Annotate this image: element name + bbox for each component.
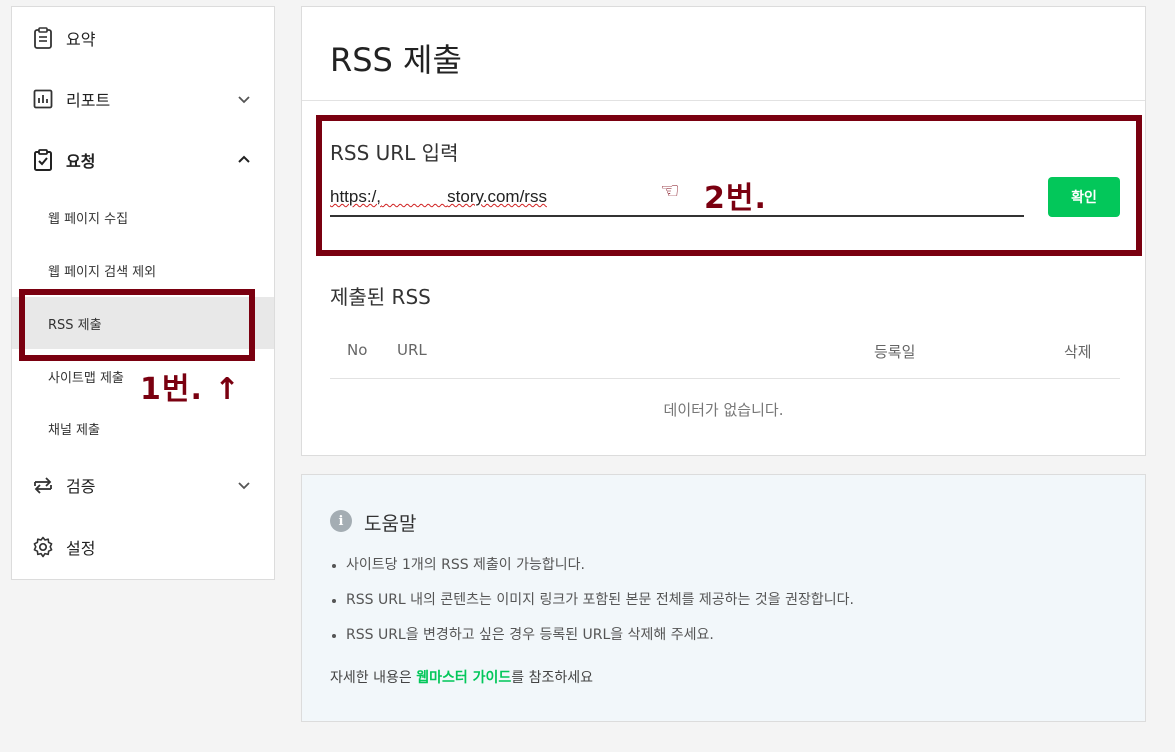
submitted-rss-title: 제출된 RSS [330, 285, 431, 309]
webmaster-guide-link[interactable]: 웹마스터 가이드 [416, 670, 511, 686]
pointing-hand-icon: ☜ [660, 179, 680, 204]
empty-table-message: 데이터가 없습니다. [663, 401, 784, 419]
sidebar-subitem-channel-submit[interactable]: 채널 제출 [12, 402, 274, 454]
table-divider [330, 378, 1120, 379]
clipboard-check-icon [32, 149, 54, 171]
sidebar-subitem-label: 채널 제출 [48, 422, 100, 438]
sidebar-subitem-label: RSS 제출 [48, 317, 102, 333]
sidebar-subitem-label: 웹 페이지 검색 제외 [48, 264, 157, 280]
column-header-delete: 삭제 [1064, 343, 1092, 361]
page-title: RSS 제출 [330, 41, 462, 79]
sidebar-subitem-label: 사이트맵 제출 [48, 370, 124, 386]
swap-arrows-icon [32, 474, 54, 496]
annotation-label-1: 1번. ↑ [140, 372, 241, 407]
chevron-down-icon [238, 482, 250, 490]
sidebar-subitem-page-collect[interactable]: 웹 페이지 수집 [12, 191, 274, 243]
bar-chart-icon [32, 88, 54, 110]
sidebar-item-request[interactable]: 요청 [12, 134, 274, 186]
sidebar-item-summary[interactable]: 요약 [12, 12, 274, 64]
annotation-label-2: 2번. [704, 181, 767, 216]
rss-submit-card: RSS 제출 RSS URL 입력 https:/, story.com/rss… [301, 6, 1146, 456]
column-header-no: No [347, 341, 368, 359]
help-footer: 자세한 내용은 웹마스터 가이드를 참조하세요 [330, 670, 593, 686]
help-list-item: 사이트당 1개의 RSS 제출이 가능합니다. [330, 553, 854, 588]
sidebar-item-label: 리포트 [66, 91, 111, 110]
sidebar-subitem-label: 웹 페이지 수집 [48, 211, 129, 227]
help-list-item: RSS URL을 변경하고 싶은 경우 등록된 URL을 삭제해 주세요. [330, 623, 854, 658]
sidebar-item-settings[interactable]: 설정 [12, 521, 274, 573]
sidebar-item-verify[interactable]: 검증 [12, 459, 274, 511]
sidebar-item-report[interactable]: 리포트 [12, 73, 274, 125]
sidebar-subitem-search-exclude[interactable]: 웹 페이지 검색 제외 [12, 244, 274, 296]
help-title: 도움말 [364, 513, 417, 535]
sidebar-item-label: 검증 [66, 477, 96, 496]
sidebar-item-label: 요약 [66, 30, 96, 49]
chevron-up-icon [238, 155, 250, 163]
sidebar-item-label: 설정 [66, 539, 96, 558]
sidebar-item-label: 요청 [66, 152, 96, 171]
help-list-item: RSS URL 내의 콘텐츠는 이미지 링크가 포함된 본문 전체를 제공하는 … [330, 588, 854, 623]
help-list: 사이트당 1개의 RSS 제출이 가능합니다. RSS URL 내의 콘텐츠는 … [330, 553, 854, 658]
divider [302, 100, 1145, 101]
chevron-down-icon [238, 96, 250, 104]
sidebar-subitem-rss-submit[interactable]: RSS 제출 [12, 297, 274, 349]
info-icon: i [330, 510, 352, 532]
help-card: i 도움말 사이트당 1개의 RSS 제출이 가능합니다. RSS URL 내의… [301, 474, 1146, 722]
confirm-button[interactable]: 확인 [1048, 177, 1120, 217]
column-header-url: URL [397, 341, 427, 359]
clipboard-icon [32, 27, 54, 49]
rss-url-label: RSS URL 입력 [330, 141, 459, 165]
column-header-date: 등록일 [874, 343, 916, 361]
gear-icon [32, 536, 54, 558]
sidebar: 요약 리포트 요청 웹 페이지 수집 웹 페이지 검색 제외 RSS 제출 사이… [11, 6, 275, 580]
page: 요약 리포트 요청 웹 페이지 수집 웹 페이지 검색 제외 RSS 제출 사이… [0, 0, 1175, 752]
